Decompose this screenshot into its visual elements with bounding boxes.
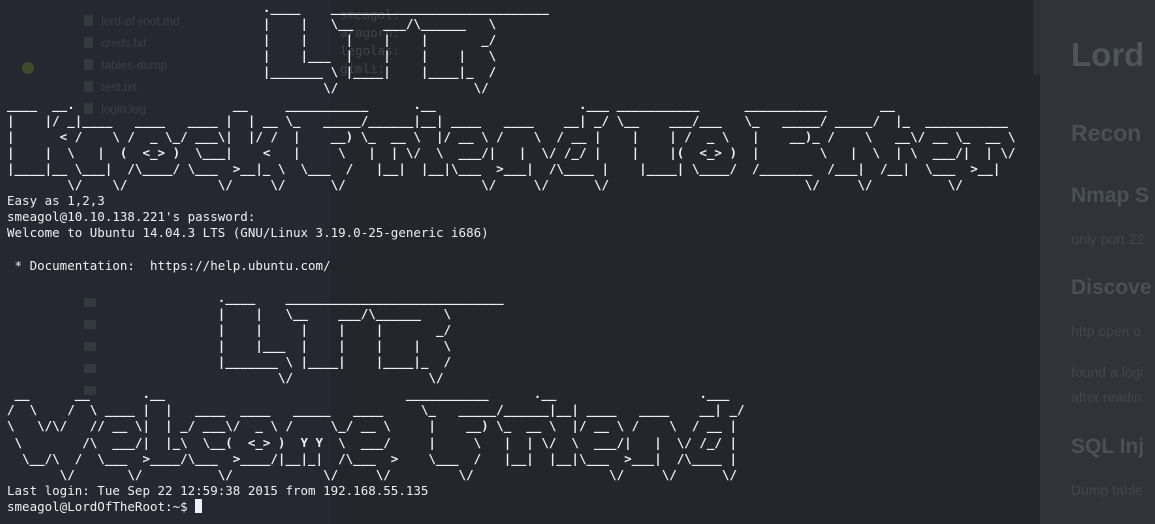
preview-text-discover-1: http open o: [1071, 323, 1142, 339]
preview-text-nmap: only port 22: [1071, 231, 1145, 247]
shell-prompt: smeagol@LordOfTheRoot:~$: [7, 498, 196, 514]
welcome-line: Welcome to Ubuntu 14.04.3 LTS (GNU/Linux…: [7, 225, 489, 241]
preview-title: Lord: [1071, 36, 1145, 73]
password-prompt: smeagol@10.10.138.221's password:: [7, 209, 256, 225]
last-login-line: Last login: Tue Sep 22 12:59:38 2015 fro…: [7, 482, 429, 498]
preview-heading-nmap: Nmap S: [1071, 184, 1150, 207]
preview-heading-discover: Discove: [1071, 276, 1152, 299]
preview-text-discover-2: found a logi: [1071, 364, 1144, 380]
ascii-banner-knock-friend: ____ __. __ ___________ .__ .___ _______…: [7, 96, 1016, 193]
preview-text-discover-3: after readin: [1071, 389, 1142, 405]
preview-heading-recon: Recon: [1071, 120, 1142, 146]
markdown-preview-pane[interactable]: Lord Recon Nmap S only port 22 Discove h…: [1040, 0, 1155, 524]
terminal-output[interactable]: .____ _____________________________ | | …: [7, 0, 1015, 515]
ascii-banner-ltr-top: .____ _____________________________ | | …: [262, 0, 549, 96]
documentation-line: * Documentation: https://help.ubuntu.com…: [7, 257, 331, 273]
terminal-cursor[interactable]: [195, 498, 203, 513]
editor-scrollbar[interactable]: [1033, 0, 1040, 75]
preview-text-sqli: Dump table: [1071, 482, 1143, 498]
preview-heading-sqli: SQL Inj: [1071, 435, 1145, 458]
screen: lord-of-root.md creds.txt tables-dump test.…: [0, 0, 1155, 524]
ascii-banner-ltr-bottom: .____ _____________________________ | | …: [217, 289, 504, 386]
hint-line: Easy as 1,2,3: [7, 193, 105, 209]
ascii-banner-welcome-friend: __ __ .__ ___________ .__ .___ / \ / \ _…: [7, 386, 745, 482]
